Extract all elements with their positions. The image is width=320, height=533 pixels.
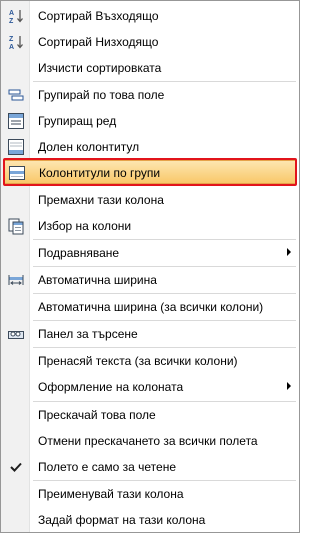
menu-item-skip-field[interactable]: Прескачай това поле — [3, 403, 297, 427]
menu-separator — [33, 401, 296, 402]
menu-item-label: Автоматична ширина — [38, 273, 157, 287]
svg-text:Z: Z — [9, 18, 14, 25]
menu-item-unskip-all[interactable]: Отмени прескачането за всички полета — [3, 429, 297, 453]
menu-item-column-chooser[interactable]: Избор на колони — [3, 214, 297, 238]
menu-separator — [33, 293, 296, 294]
footer-icon — [7, 138, 25, 156]
menu-item-group-row[interactable]: Групиращ ред — [3, 109, 297, 133]
menu-item-label: Избор на колони — [38, 219, 132, 233]
menu-item-label: Сортирай Низходящо — [38, 35, 159, 49]
menu-item-label: Преименувай тази колона — [38, 487, 184, 501]
menu-separator — [33, 320, 296, 321]
group-by-field-icon — [7, 86, 25, 104]
menu-item-label: Изчисти сортировката — [38, 61, 162, 75]
menu-item-label: Прескачай това поле — [38, 408, 156, 422]
menu-item-label: Групиращ ред — [38, 114, 117, 128]
menu-item-column-appearance[interactable]: Оформление на колоната — [3, 375, 297, 399]
column-context-menu: A Z Сортирай Възходящо Z A Сортирай Низх… — [0, 0, 300, 533]
menu-item-label: Групирай по това поле — [38, 88, 165, 102]
submenu-arrow-icon — [287, 248, 291, 256]
menu-item-word-wrap-all[interactable]: Пренасяй текста (за всички колони) — [3, 349, 297, 373]
svg-text:Z: Z — [9, 36, 14, 43]
menu-item-alignment[interactable]: Подравняване — [3, 241, 297, 265]
menu-separator — [33, 81, 296, 82]
submenu-arrow-icon — [287, 382, 291, 390]
menu-item-label: Подравняване — [38, 246, 120, 260]
svg-text:A: A — [9, 10, 14, 17]
menu-item-rename-column[interactable]: Преименувай тази колона — [3, 482, 297, 506]
menu-item-label: Автоматична ширина (за всички колони) — [38, 300, 264, 314]
sort-descending-icon: Z A — [7, 33, 25, 51]
find-panel-icon — [7, 325, 25, 343]
menu-item-label: Полето е само за четене — [38, 460, 176, 474]
menu-separator — [33, 266, 296, 267]
svg-text:A: A — [9, 44, 14, 51]
menu-item-best-fit-all[interactable]: Автоматична ширина (за всички колони) — [3, 295, 297, 319]
column-chooser-icon — [7, 217, 25, 235]
menu-item-label: Задай формат на тази колона — [38, 513, 206, 527]
menu-item-sort-descending[interactable]: Z A Сортирай Низходящо — [3, 30, 297, 54]
menu-item-label: Колонтитули по групи — [39, 166, 161, 180]
menu-item-group-footers[interactable]: Колонтитули по групи — [3, 160, 297, 184]
menu-item-label: Сортирай Възходящо — [38, 9, 159, 23]
group-footers-icon — [8, 164, 26, 182]
menu-item-remove-column[interactable]: Премахни тази колона — [3, 188, 297, 212]
menu-separator — [33, 480, 296, 481]
menu-item-label: Премахни тази колона — [38, 193, 164, 207]
menu-item-label: Панел за търсене — [38, 327, 138, 341]
menu-item-format-column[interactable]: Задай формат на тази колона — [3, 508, 297, 532]
menu-separator — [33, 239, 296, 240]
menu-item-footer[interactable]: Долен колонтитул — [3, 135, 297, 159]
menu-item-best-fit[interactable]: Автоматична ширина — [3, 268, 297, 292]
menu-separator — [33, 347, 296, 348]
checkmark-icon — [7, 458, 25, 476]
menu-item-label: Долен колонтитул — [38, 140, 140, 154]
menu-item-clear-sorting[interactable]: Изчисти сортировката — [3, 56, 297, 80]
menu-item-label: Пренасяй текста (за всички колони) — [38, 354, 238, 368]
menu-item-find-panel[interactable]: Панел за търсене — [3, 322, 297, 346]
menu-item-sort-ascending[interactable]: A Z Сортирай Възходящо — [3, 4, 297, 28]
menu-item-read-only[interactable]: Полето е само за четене — [3, 455, 297, 479]
group-row-icon — [7, 112, 25, 130]
best-fit-icon — [7, 271, 25, 289]
menu-item-label: Отмени прескачането за всички полета — [38, 434, 258, 448]
sort-ascending-icon: A Z — [7, 7, 25, 25]
menu-item-group-by-field[interactable]: Групирай по това поле — [3, 83, 297, 107]
menu-item-label: Оформление на колоната — [38, 380, 184, 394]
